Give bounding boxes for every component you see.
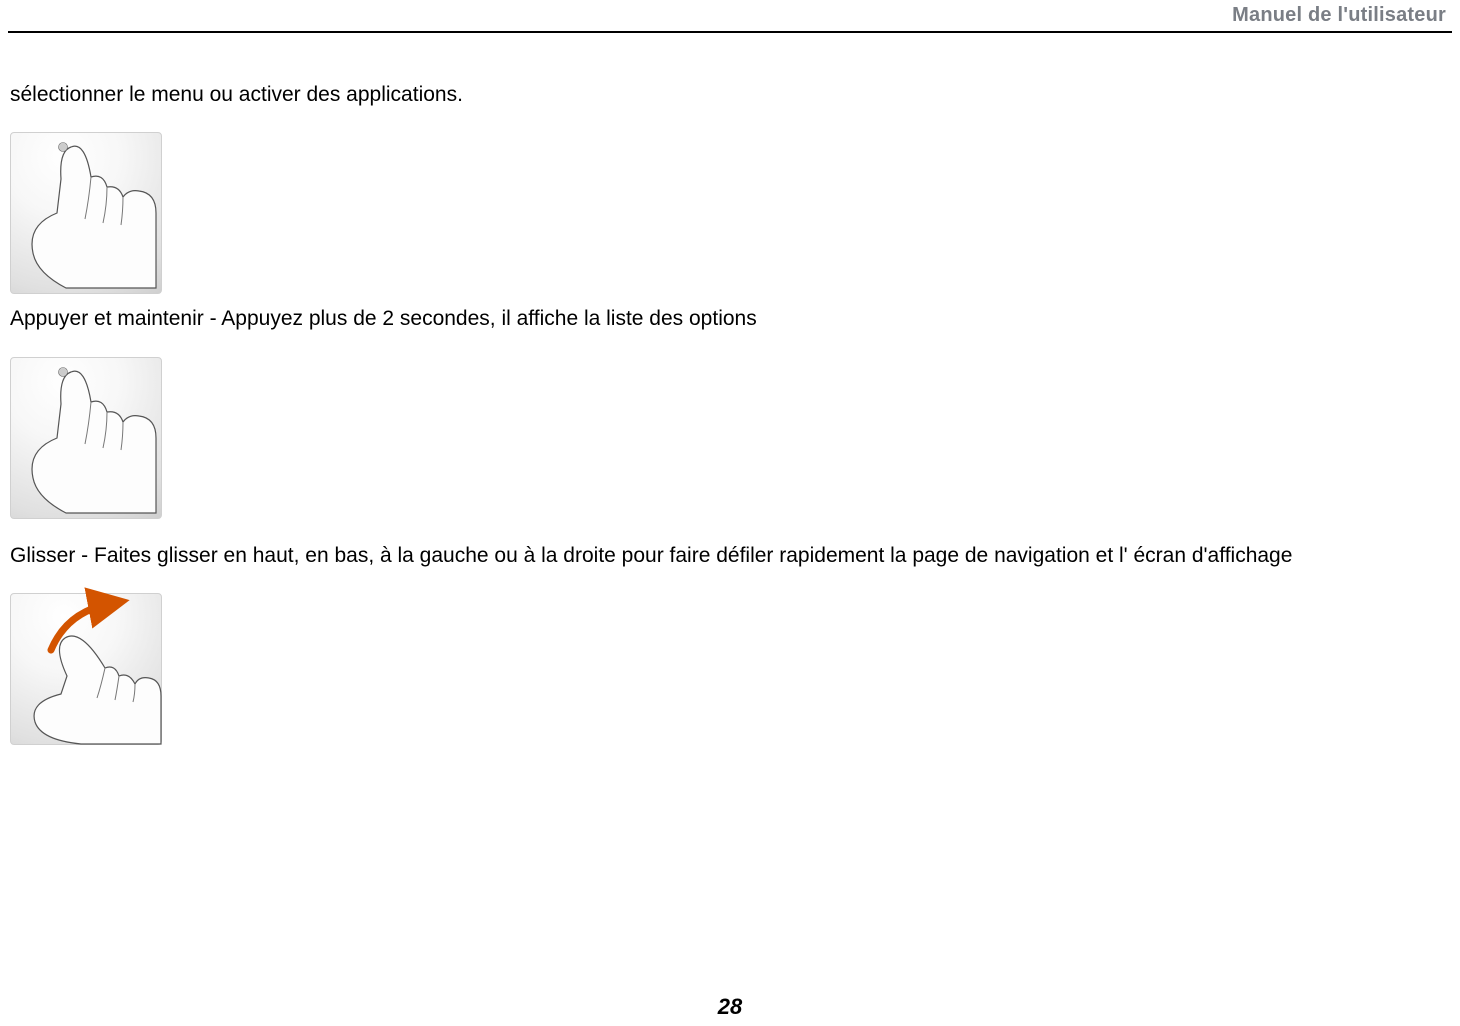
press-hold-gesture-icon <box>11 358 161 518</box>
page-content: sélectionner le menu ou activer des appl… <box>10 80 1446 755</box>
swipe-gesture-icon <box>11 594 161 744</box>
header-rule <box>8 31 1452 33</box>
figure-swipe <box>10 593 162 745</box>
paragraph-3: Glisser - Faites glisser en haut, en bas… <box>10 541 1446 571</box>
paragraph-1: sélectionner le menu ou activer des appl… <box>10 80 1446 110</box>
document-page: Manuel de l'utilisateur sélectionner le … <box>0 0 1460 1026</box>
figure-tap <box>10 132 162 294</box>
paragraph-2: Appuyer et maintenir - Appuyez plus de 2… <box>10 304 1446 334</box>
header-title: Manuel de l'utilisateur <box>1232 4 1446 27</box>
figure-press-hold <box>10 357 162 519</box>
tap-gesture-icon <box>11 133 161 293</box>
page-number: 28 <box>0 994 1460 1020</box>
